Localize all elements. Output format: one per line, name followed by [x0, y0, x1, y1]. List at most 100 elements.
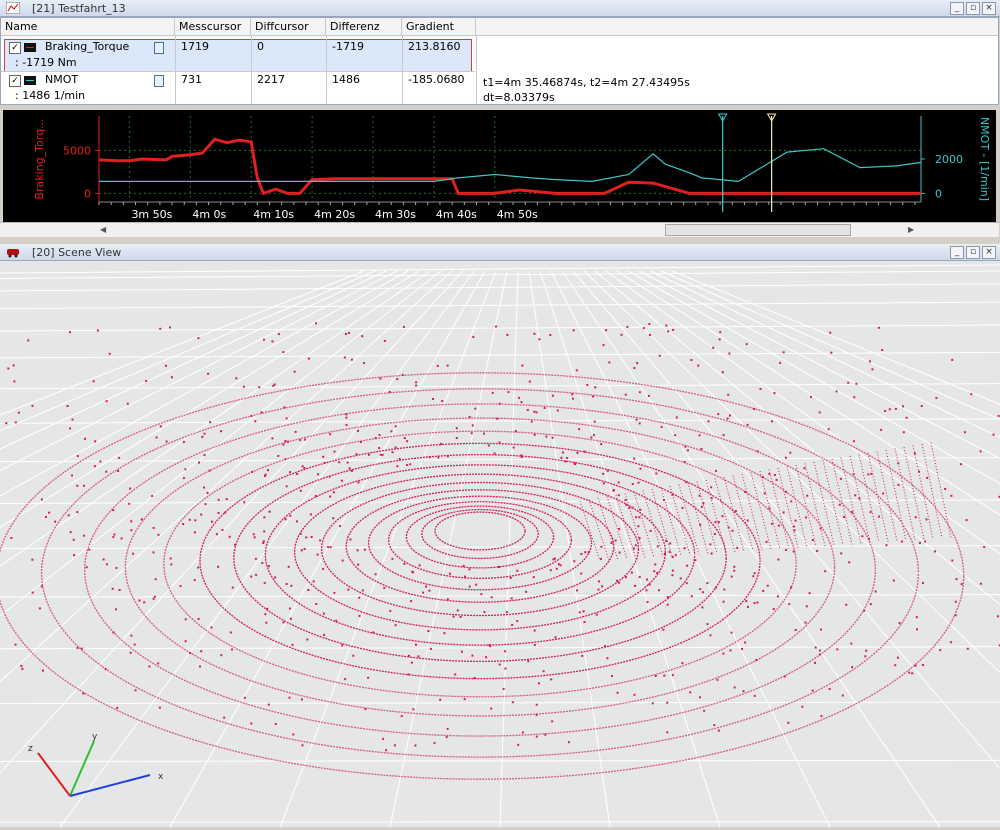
lidar-point — [596, 614, 598, 616]
close-button[interactable]: × — [982, 2, 996, 15]
lidar-point — [636, 362, 638, 364]
lidar-point — [414, 745, 416, 747]
lidar-point — [637, 525, 639, 527]
lidar-point — [362, 590, 364, 592]
point-cloud-canvas[interactable]: zyx — [0, 261, 1000, 827]
lidar-point — [998, 415, 1000, 417]
lidar-point — [576, 369, 578, 371]
lidar-point — [699, 588, 701, 590]
column-header-diffcursor[interactable]: Diffcursor — [251, 18, 326, 36]
grid-line-horizontal — [0, 284, 1000, 291]
minimize-button[interactable]: _ — [950, 246, 964, 259]
lidar-point — [396, 378, 398, 380]
lidar-point — [604, 645, 606, 647]
lidar-point — [544, 407, 546, 409]
lidar-point — [819, 653, 821, 655]
lidar-point — [853, 440, 855, 442]
lidar-point — [701, 506, 703, 508]
lidar-point — [854, 494, 856, 496]
lidar-point — [715, 521, 717, 523]
measurement-window-titlebar[interactable]: [21] Testfahrt_13 _ ▫ × — [0, 0, 1000, 17]
lidar-point — [415, 644, 417, 646]
grid-line-depth — [500, 271, 518, 827]
lidar-point — [531, 421, 533, 423]
scroll-left-arrow[interactable]: ◀ — [100, 225, 106, 234]
grid-line-depth — [0, 271, 364, 827]
lidar-point — [728, 353, 730, 355]
lidar-point — [926, 518, 928, 520]
lidar-point — [840, 552, 842, 554]
lidar-point — [617, 692, 619, 694]
row-checkbox[interactable]: ✓ — [9, 75, 21, 87]
right-tick-label: 0 — [935, 187, 942, 200]
lidar-point — [906, 417, 908, 419]
lidar-point — [603, 344, 605, 346]
lidar-point — [703, 710, 705, 712]
restore-button[interactable]: ▫ — [966, 2, 980, 15]
lidar-point — [746, 343, 748, 345]
lidar-point — [549, 334, 551, 336]
lidar-point — [198, 462, 200, 464]
document-icon[interactable] — [154, 75, 164, 87]
lidar-point — [665, 540, 667, 542]
chart-svg[interactable]: 0500002000Braking_Torq...NMOT - [1/min]3… — [3, 110, 996, 222]
grid-line-horizontal — [0, 595, 1000, 598]
scroll-thumb[interactable] — [665, 224, 851, 236]
lidar-point — [156, 437, 158, 439]
scroll-right-arrow[interactable]: ▶ — [908, 225, 914, 234]
lidar-point — [884, 410, 886, 412]
lidar-point — [250, 415, 252, 417]
lidar-point — [621, 334, 623, 336]
lidar-point — [10, 537, 12, 539]
lidar-point — [966, 519, 968, 521]
lidar-point — [300, 533, 302, 535]
lidar-point — [646, 579, 648, 581]
lidar-point — [646, 589, 648, 591]
scene-window-titlebar[interactable]: [20] Scene View _ ▫ × — [0, 244, 1000, 261]
column-header-messcursor[interactable]: Messcursor — [175, 18, 251, 36]
signal-chart[interactable]: 0500002000Braking_Torq...NMOT - [1/min]3… — [3, 110, 996, 222]
x-tick-label: 4m 0s — [192, 208, 226, 221]
lidar-point — [522, 732, 524, 734]
column-header-gradient[interactable]: Gradient — [402, 18, 476, 36]
row-checkbox[interactable]: ✓ — [9, 42, 21, 54]
lidar-point — [310, 513, 312, 515]
chart-horizontal-scrollbar[interactable]: ◀ ▶ — [0, 222, 999, 237]
column-header-name[interactable]: Name — [1, 18, 175, 36]
lidar-point — [736, 547, 738, 549]
lidar-point — [882, 493, 884, 495]
lidar-point — [634, 585, 636, 587]
lidar-point — [669, 551, 671, 553]
grid-line-depth — [170, 271, 485, 827]
lidar-point — [674, 434, 676, 436]
lidar-point — [795, 520, 797, 522]
diffcursor-value: 2217 — [253, 72, 289, 88]
scene-view-3d[interactable]: zyx — [0, 261, 1000, 827]
lidar-point — [689, 691, 691, 693]
lidar-point — [230, 632, 232, 634]
minimize-button[interactable]: _ — [950, 2, 964, 15]
lidar-point — [419, 564, 421, 566]
close-button[interactable]: × — [982, 246, 996, 259]
lidar-point — [922, 582, 924, 584]
lidar-point — [710, 634, 712, 636]
restore-button[interactable]: ▫ — [966, 246, 980, 259]
lidar-point — [324, 462, 326, 464]
lidar-point — [767, 585, 769, 587]
lidar-point — [70, 531, 72, 533]
lidar-point — [345, 413, 347, 415]
column-header-differenz[interactable]: Differenz — [326, 18, 402, 36]
lidar-point — [665, 325, 667, 327]
lidar-point — [289, 471, 291, 473]
lidar-ring — [265, 465, 694, 645]
lidar-point — [805, 622, 807, 624]
lidar-point — [654, 564, 656, 566]
lidar-point — [506, 334, 508, 336]
x-tick-label: 3m 50s — [131, 208, 172, 221]
lidar-point — [762, 476, 764, 478]
lidar-point — [790, 500, 792, 502]
lidar-point — [357, 430, 359, 432]
document-icon[interactable] — [154, 42, 164, 54]
lidar-point — [777, 559, 779, 561]
lidar-point — [718, 521, 720, 523]
